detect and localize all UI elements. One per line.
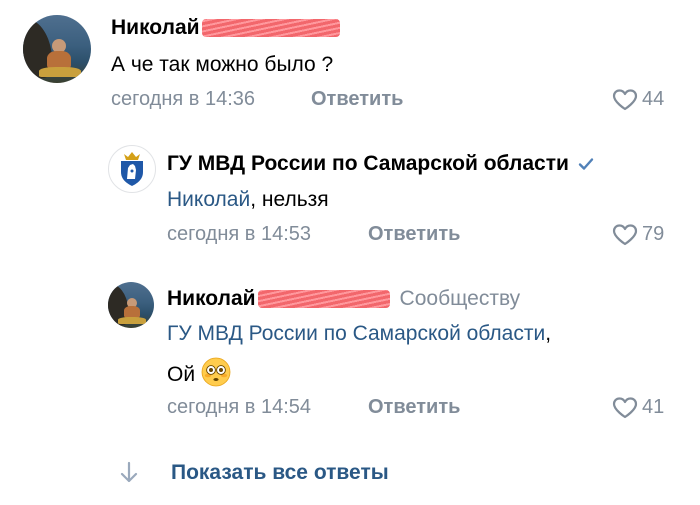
like-count: 79 [642, 223, 665, 245]
censored-surname [257, 290, 390, 308]
comment-text: Ой [167, 357, 231, 387]
verified-icon [578, 158, 594, 170]
heart-icon [612, 396, 638, 418]
show-all-replies-button[interactable]: Показать все ответы [118, 460, 389, 486]
mention-link[interactable]: Николай [167, 188, 250, 211]
censored-surname [201, 19, 340, 38]
reply-button[interactable]: Ответить [311, 88, 403, 111]
like-count: 41 [642, 396, 665, 418]
flushed-face-icon [201, 357, 231, 387]
comment-mention: ГУ МВД России по Самарской области, [167, 322, 552, 345]
like-button[interactable]: 41 [612, 396, 664, 419]
comment-time[interactable]: сегодня в 14:36 [111, 88, 255, 111]
comment-text: А че так можно было ? [111, 53, 334, 76]
heart-icon [612, 223, 638, 245]
like-button[interactable]: 79 [612, 223, 664, 246]
avatar[interactable] [108, 145, 156, 193]
comment-text: Николай, нельзя [167, 188, 329, 211]
comment-author[interactable]: Николай Сообществу [167, 287, 520, 311]
like-count: 44 [642, 88, 665, 110]
comment-author[interactable]: Николай [111, 16, 340, 40]
avatar[interactable] [23, 15, 91, 83]
comment-author[interactable]: ГУ МВД России по Самарской области [167, 152, 596, 176]
arrow-down-icon [120, 461, 138, 483]
like-button[interactable]: 44 [612, 88, 664, 111]
heart-icon [612, 88, 638, 110]
show-all-replies-label: Показать все ответы [171, 461, 389, 484]
comment-time[interactable]: сегодня в 14:53 [167, 223, 311, 246]
reply-button[interactable]: Ответить [368, 396, 460, 419]
reply-button[interactable]: Ответить [368, 223, 460, 246]
avatar[interactable] [108, 282, 154, 328]
mention-link[interactable]: ГУ МВД России по Самарской области [167, 322, 545, 345]
reply-target[interactable]: Сообществу [400, 287, 521, 311]
police-emblem-icon [121, 152, 143, 186]
comment-time[interactable]: сегодня в 14:54 [167, 396, 311, 419]
